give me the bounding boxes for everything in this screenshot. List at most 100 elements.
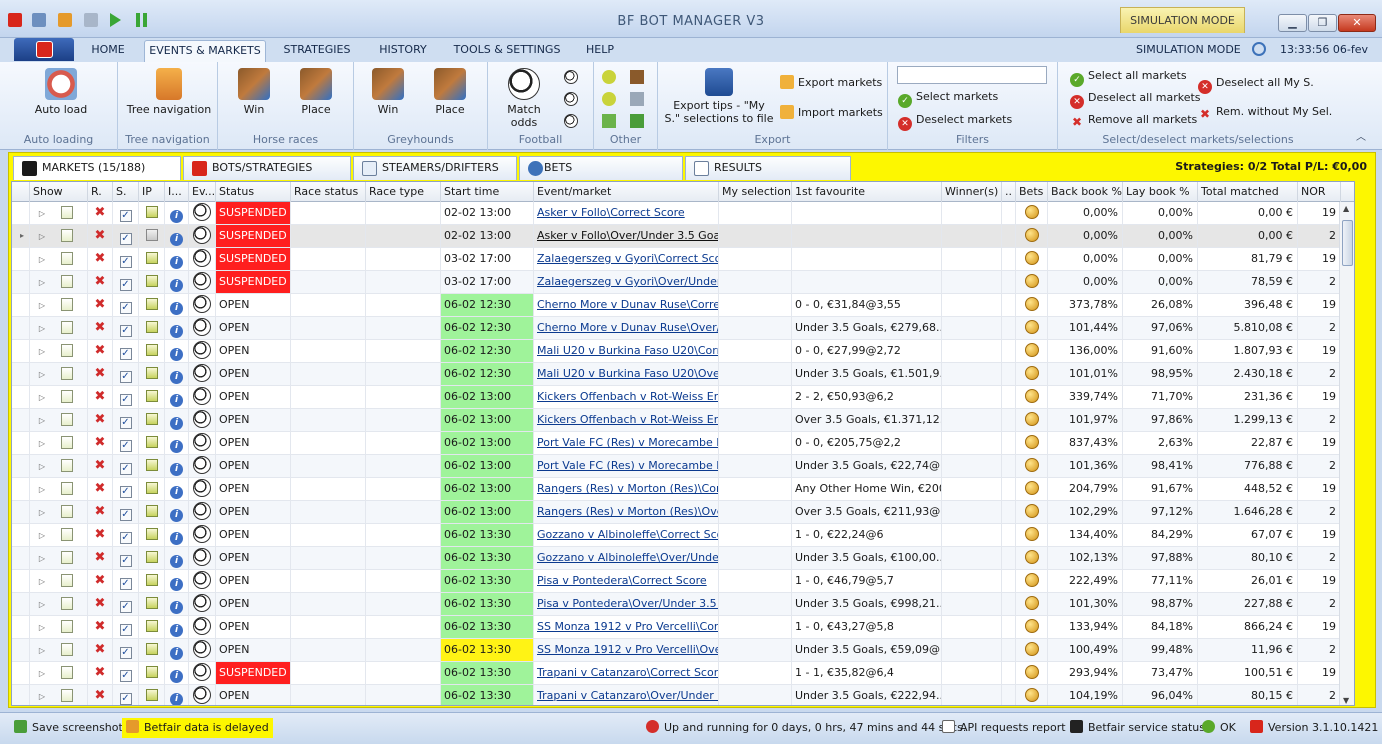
bets-cell[interactable] bbox=[1016, 271, 1048, 293]
table-row[interactable]: ▷ ✖ ✓ i OPEN 06-02 12:30 Cherno More v Dunav R… bbox=[12, 294, 1354, 317]
show-cell[interactable]: ▷ bbox=[30, 455, 88, 477]
info-cell[interactable]: i bbox=[165, 271, 189, 293]
info-cell[interactable]: i bbox=[165, 363, 189, 385]
select-checkbox[interactable]: ✓ bbox=[119, 394, 132, 406]
remove-icon[interactable]: ✖ bbox=[95, 251, 106, 266]
bets-coin-icon[interactable] bbox=[1024, 205, 1039, 219]
show-cell[interactable]: ▷ bbox=[30, 340, 88, 362]
vertical-scrollbar[interactable]: ▲ ▼ bbox=[1339, 202, 1354, 705]
document-icon[interactable] bbox=[61, 229, 73, 242]
select-checkbox-cell[interactable]: ✓ bbox=[113, 202, 139, 224]
select-checkbox-cell[interactable]: ✓ bbox=[113, 524, 139, 546]
filter-input[interactable] bbox=[897, 66, 1047, 84]
golf-icon[interactable] bbox=[602, 114, 616, 128]
select-checkbox-cell[interactable]: ✓ bbox=[113, 570, 139, 592]
event-market-cell[interactable]: Pisa v Pontedera\Correct Score bbox=[534, 570, 719, 592]
info-icon[interactable]: i bbox=[170, 417, 183, 430]
document-icon[interactable] bbox=[61, 390, 73, 403]
show-cell[interactable]: ▷ bbox=[30, 478, 88, 500]
bets-coin-icon[interactable] bbox=[1024, 688, 1039, 702]
event-market-cell[interactable]: Asker v Follo\Over/Under 3.5 Goals bbox=[534, 225, 719, 247]
remove-icon[interactable]: ✖ bbox=[95, 550, 106, 565]
document-icon[interactable] bbox=[61, 298, 73, 311]
remove-all-markets-button[interactable]: ✖ Remove all markets bbox=[1070, 113, 1197, 129]
select-checkbox[interactable]: ✓ bbox=[119, 624, 132, 636]
column-header-mysel[interactable]: My selections bbox=[719, 182, 792, 202]
document-icon[interactable] bbox=[61, 666, 73, 679]
info-icon[interactable]: i bbox=[170, 348, 183, 361]
bets-coin-icon[interactable] bbox=[1024, 228, 1039, 242]
table-row[interactable]: ▷ ✖ ✓ i OPEN 06-02 13:30 Pisa v Pontedera\Over… bbox=[12, 593, 1354, 616]
event-market-cell[interactable]: Asker v Follo\Correct Score bbox=[534, 202, 719, 224]
bets-cell[interactable] bbox=[1016, 478, 1048, 500]
remove-market-cell[interactable]: ✖ bbox=[88, 202, 113, 224]
expand-icon[interactable]: ▷ bbox=[33, 364, 51, 385]
scrollbar-thumb[interactable] bbox=[1342, 220, 1353, 266]
select-checkbox[interactable]: ✓ bbox=[119, 348, 132, 360]
column-header-lay[interactable]: Lay book % bbox=[1123, 182, 1198, 202]
document-icon[interactable] bbox=[61, 206, 73, 219]
remove-icon[interactable]: ✖ bbox=[95, 297, 106, 312]
document-icon[interactable] bbox=[61, 482, 73, 495]
info-icon[interactable]: i bbox=[170, 440, 183, 453]
deselect-all-my-s-button[interactable]: ✕ Deselect all My S. bbox=[1198, 76, 1314, 94]
select-checkbox-cell[interactable]: ✓ bbox=[113, 455, 139, 477]
bets-coin-icon[interactable] bbox=[1024, 389, 1039, 403]
select-checkbox[interactable]: ✓ bbox=[119, 325, 132, 337]
bets-coin-icon[interactable] bbox=[1024, 504, 1039, 518]
event-market-link[interactable]: SS Monza 1912 v Pro Vercelli\Corr... bbox=[537, 620, 718, 633]
column-header-show[interactable]: Show bbox=[30, 182, 88, 202]
show-cell[interactable]: ▷ bbox=[30, 501, 88, 523]
remove-market-cell[interactable]: ✖ bbox=[88, 570, 113, 592]
column-header-r[interactable]: R. bbox=[88, 182, 113, 202]
maximize-button[interactable]: ❐ bbox=[1308, 14, 1337, 32]
event-market-link[interactable]: Rangers (Res) v Morton (Res)\Cor... bbox=[537, 482, 718, 495]
info-cell[interactable]: i bbox=[165, 386, 189, 408]
export-markets-button[interactable]: Export markets bbox=[780, 75, 882, 89]
info-icon[interactable]: i bbox=[170, 601, 183, 614]
info-icon[interactable]: i bbox=[170, 371, 183, 384]
info-cell[interactable]: i bbox=[165, 662, 189, 684]
select-checkbox-cell[interactable]: ✓ bbox=[113, 478, 139, 500]
select-checkbox[interactable]: ✓ bbox=[119, 371, 132, 383]
select-checkbox-cell[interactable]: ✓ bbox=[113, 225, 139, 247]
expand-icon[interactable]: ▷ bbox=[33, 663, 51, 684]
show-cell[interactable]: ▷ bbox=[30, 524, 88, 546]
table-row[interactable]: ▷ ✖ ✓ i OPEN 06-02 13:00 Port Vale FC (Res) v … bbox=[12, 455, 1354, 478]
table-row[interactable]: ▷ ✖ ✓ i SUSPENDED 06-02 13:30 Trapani v Catanz… bbox=[12, 662, 1354, 685]
remove-without-my-sel-button[interactable]: ✖ Rem. without My Sel. bbox=[1198, 105, 1332, 121]
show-cell[interactable]: ▷ bbox=[30, 593, 88, 615]
column-header-event[interactable]: Event/market bbox=[534, 182, 719, 202]
select-checkbox-cell[interactable]: ✓ bbox=[113, 685, 139, 705]
document-icon[interactable] bbox=[61, 344, 73, 357]
select-checkbox-cell[interactable]: ✓ bbox=[113, 340, 139, 362]
remove-icon[interactable]: ✖ bbox=[95, 481, 106, 496]
tab-bets[interactable]: BETS bbox=[519, 156, 683, 180]
select-checkbox[interactable]: ✓ bbox=[119, 578, 132, 590]
show-cell[interactable]: ▷ bbox=[30, 570, 88, 592]
event-market-link[interactable]: Pisa v Pontedera\Correct Score bbox=[537, 574, 707, 587]
event-market-cell[interactable]: Gozzano v Albinoleffe\Over/Under ... bbox=[534, 547, 719, 569]
column-header-start[interactable]: Start time bbox=[441, 182, 534, 202]
info-icon[interactable]: i bbox=[170, 256, 183, 269]
betfair-service-status-button[interactable]: Betfair service status bbox=[1070, 718, 1205, 738]
remove-market-cell[interactable]: ✖ bbox=[88, 386, 113, 408]
greyhound-win-button[interactable]: Win bbox=[368, 68, 408, 116]
info-cell[interactable]: i bbox=[165, 639, 189, 661]
info-icon[interactable]: i bbox=[170, 325, 183, 338]
football-small-icon[interactable] bbox=[564, 92, 578, 106]
info-cell[interactable]: i bbox=[165, 501, 189, 523]
document-icon[interactable] bbox=[61, 505, 73, 518]
tab-results[interactable]: RESULTS bbox=[685, 156, 851, 180]
event-market-cell[interactable]: Port Vale FC (Res) v Morecambe F... bbox=[534, 455, 719, 477]
bets-coin-icon[interactable] bbox=[1024, 619, 1039, 633]
deselect-markets-button[interactable]: ✕ Deselect markets bbox=[898, 113, 1012, 131]
select-checkbox-cell[interactable]: ✓ bbox=[113, 616, 139, 638]
remove-icon[interactable]: ✖ bbox=[95, 688, 106, 703]
info-cell[interactable]: i bbox=[165, 432, 189, 454]
event-market-cell[interactable]: Pisa v Pontedera\Over/Under 3.5 ... bbox=[534, 593, 719, 615]
select-checkbox-cell[interactable]: ✓ bbox=[113, 501, 139, 523]
select-checkbox[interactable]: ✓ bbox=[119, 647, 132, 659]
info-icon[interactable]: i bbox=[170, 486, 183, 499]
show-cell[interactable]: ▷ bbox=[30, 409, 88, 431]
